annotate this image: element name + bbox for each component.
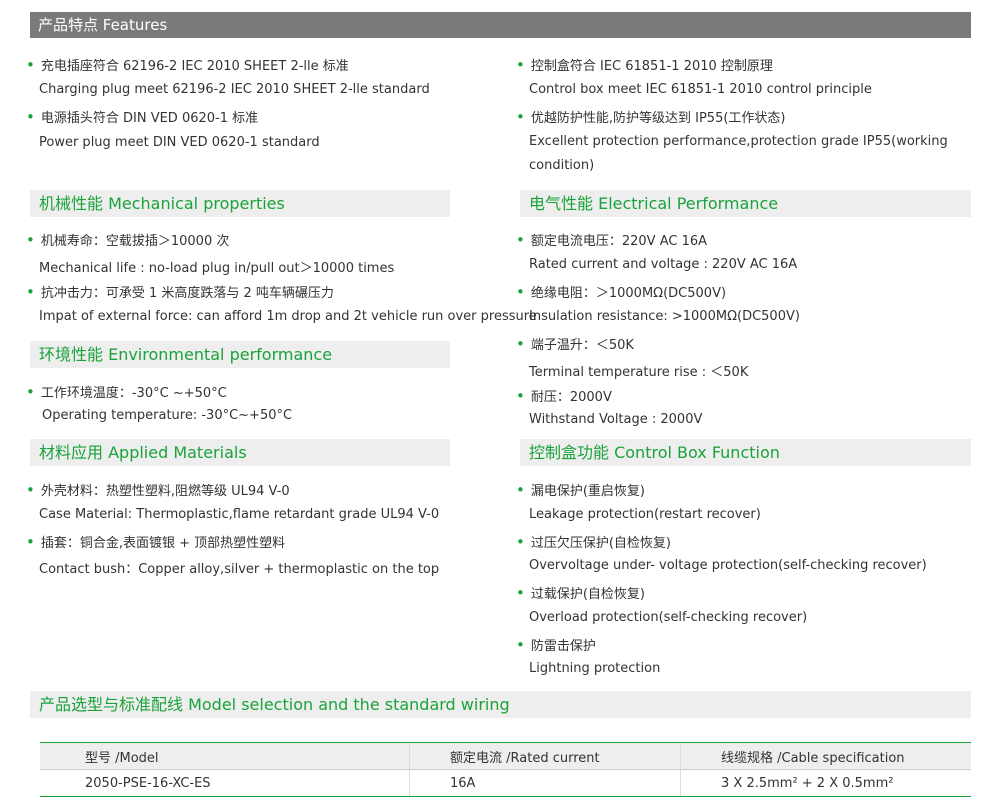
section-heading-control-box: 控制盒功能 Control Box Function [520,439,971,466]
feature-item: • 控制盒符合 IEC 61851-1 2010 控制原理 [516,56,773,74]
feature-item-en: Control box meet IEC 61851-1 2010 contro… [529,82,872,97]
environmental-item: • 工作环境温度：-30°C ~+50°C [26,383,227,401]
control-box-item-en: Overload protection(self-checking recove… [529,610,808,625]
electrical-item: • 耐压：2000V [516,387,612,405]
electrical-item: • 额定电流电压：220V AC 16A [516,231,708,249]
section-heading-model: 产品选型与标准配线 Model selection and the standa… [30,691,971,718]
electrical-item-en: Rated current and voltage : 220V AC 16A [529,257,798,272]
control-box-item-en: Lightning protection [529,661,661,676]
bullet-icon: • [516,387,525,405]
control-box-item: • 过载保护(自检恢复) [516,584,646,602]
bullet-icon: • [26,481,35,499]
cell-model: 2050-PSE-16-XC-ES [40,769,410,797]
bullet-icon: • [516,481,525,499]
bullet-icon: • [516,283,525,301]
materials-item: • 外壳材料：热塑性塑料,阻燃等级 UL94 V-0 [26,481,290,499]
feature-item: • 优越防护性能,防护等级达到 IP55(工作状态) [516,108,786,126]
feature-item-en: Charging plug meet 62196-2 IEC 2010 SHEE… [39,82,430,97]
section-heading-mechanical: 机械性能 Mechanical properties [30,190,450,217]
bullet-icon: • [26,56,35,74]
materials-item: • 插套：铜合金,表面镀银 + 顶部热塑性塑料 [26,533,286,551]
bullet-icon: • [26,283,35,301]
column-header-rated-current: 额定电流 /Rated current [409,742,681,770]
control-box-item: • 漏电保护(重启恢复) [516,481,646,499]
bullet-icon: • [26,231,35,249]
table-row: 2050-PSE-16-XC-ES 16A 3 X 2.5mm² + 2 X 0… [40,769,971,797]
environmental-item-en: Operating temperature: -30°C~+50°C [42,408,293,423]
mechanical-item: • 机械寿命：空载拔插＞10000 次 [26,231,230,249]
electrical-item: • 端子温升：＜50K [516,335,634,353]
electrical-item-en: Terminal temperature rise : ＜50K [529,365,749,380]
electrical-item-en: Insulation resistance: >1000MΩ(DC500V) [529,309,800,324]
bullet-icon: • [26,533,35,551]
section-heading-electrical: 电气性能 Electrical Performance [520,190,971,217]
bullet-icon: • [516,108,525,126]
feature-item: • 电源插头符合 DIN VED 0620-1 标准 [26,108,259,126]
bullet-icon: • [26,108,35,126]
mechanical-item-en: Impat of external force: can afford 1m d… [39,309,537,324]
table-header-row: 型号 /Model 额定电流 /Rated current 线缆规格 /Cabl… [40,742,971,770]
bullet-icon: • [516,533,525,551]
bullet-icon: • [516,584,525,602]
model-table: 型号 /Model 额定电流 /Rated current 线缆规格 /Cabl… [40,742,971,797]
cell-rated-current: 16A [409,769,681,797]
features-header: 产品特点 Features [30,12,971,38]
electrical-item: • 绝缘电阻：＞1000MΩ(DC500V) [516,283,727,301]
bullet-icon: • [516,56,525,74]
feature-item: • 充电插座符合 62196-2 IEC 2010 SHEET 2-lle 标准 [26,56,349,74]
column-header-cable-spec: 线缆规格 /Cable specification [680,742,971,770]
bullet-icon: • [516,335,525,353]
bullet-icon: • [26,383,35,401]
section-heading-environmental: 环境性能 Environmental performance [30,341,450,368]
materials-item-en: Contact bush：Copper alloy,silver + therm… [39,562,440,577]
control-box-item: • 过压欠压保护(自检恢复) [516,533,672,551]
control-box-item: • 防雷击保护 [516,636,596,654]
electrical-item-en: Withstand Voltage : 2000V [529,412,703,427]
control-box-item-en: Leakage protection(restart recover) [529,507,761,522]
cell-cable-spec: 3 X 2.5mm² + 2 X 0.5mm² [680,769,971,797]
section-heading-materials: 材料应用 Applied Materials [30,439,450,466]
bullet-icon: • [516,636,525,654]
bullet-icon: • [516,231,525,249]
materials-item-en: Case Material: Thermoplastic,flame retar… [39,507,440,522]
mechanical-item-en: Mechanical life : no-load plug in/pull o… [39,261,395,276]
column-header-model: 型号 /Model [40,742,410,770]
control-box-item-en: Overvoltage under- voltage protection(se… [529,558,927,573]
feature-item-en: Power plug meet DIN VED 0620-1 standard [39,135,320,150]
mechanical-item: • 抗冲击力：可承受 1 米高度跌落与 2 吨车辆碾压力 [26,283,334,301]
feature-item-en: Excellent protection performance,protect… [529,134,948,173]
